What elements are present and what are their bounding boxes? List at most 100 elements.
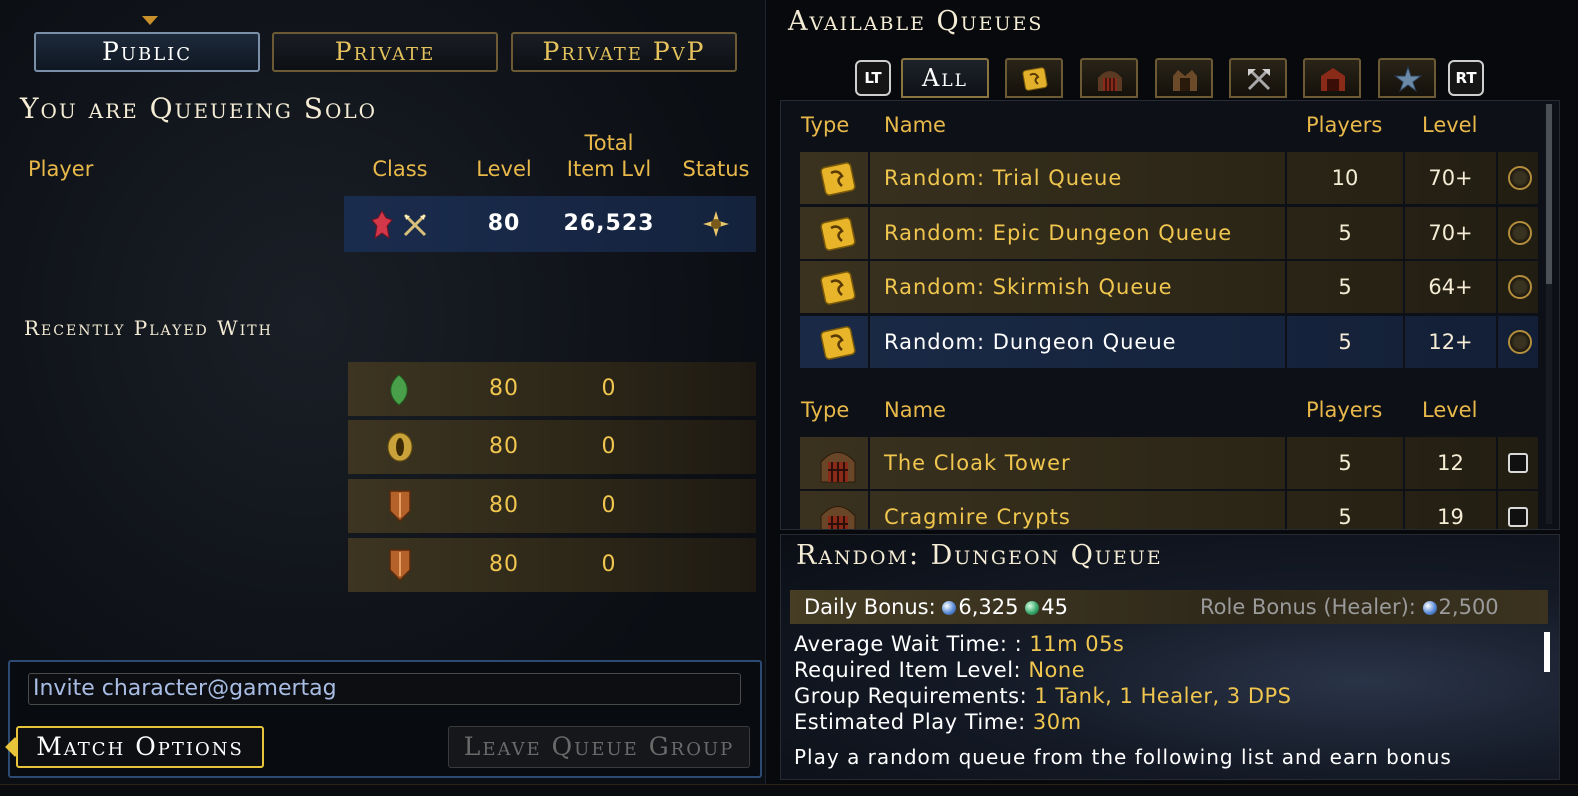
astral-diamond-icon [942, 601, 957, 615]
detail-title: Random: Dungeon Queue [796, 540, 1163, 571]
queue-players: 5 [1338, 451, 1352, 475]
tab-trial[interactable] [1303, 58, 1361, 98]
queue-players: 10 [1331, 166, 1359, 190]
queue-type-cell [800, 316, 870, 368]
req-label: Required Item Level: [794, 658, 1022, 682]
queue-header-name: Name [884, 398, 946, 422]
row-divider [1496, 316, 1498, 368]
queue-status-title: You are Queueing Solo [20, 92, 378, 125]
random-dice-icon [818, 324, 858, 366]
queue-row[interactable]: The Cloak Tower 5 12 [800, 437, 1538, 489]
queue-row[interactable]: Cragmire Crypts 5 19 [800, 491, 1538, 529]
cleric-class-icon [370, 209, 394, 244]
queue-header-players: Players [1306, 398, 1383, 422]
wait-label: Average Wait Time: : [794, 632, 1023, 656]
queue-level: 19 [1437, 505, 1464, 529]
astral-diamond-icon [1422, 601, 1437, 615]
queue-row-selected[interactable]: Random: Dungeon Queue 5 12+ [800, 316, 1538, 368]
queue-row[interactable]: Random: Epic Dungeon Queue 5 70+ [800, 207, 1538, 259]
available-queues-title: Available Queues [788, 6, 1044, 37]
queue-checkbox[interactable] [1508, 453, 1528, 473]
tab-all[interactable]: All [901, 58, 989, 98]
gold-eye-class-icon [386, 432, 414, 466]
queue-type-cell [800, 261, 870, 313]
invite-input[interactable]: Invite character@gamertag [28, 673, 741, 705]
queue-type-cell [800, 207, 870, 259]
recent-level: 80 [489, 493, 519, 518]
column-total-line1: Total [584, 131, 634, 155]
queue-description: Play a random queue from the following l… [794, 745, 1452, 769]
recent-item-level: 0 [601, 376, 617, 401]
recent-item-level: 0 [601, 552, 617, 577]
queue-name: Cragmire Crypts [884, 505, 1071, 529]
recent-item-level: 0 [601, 493, 617, 518]
random-dice-icon [818, 269, 858, 311]
row-divider [1496, 491, 1498, 529]
queue-players: 5 [1338, 275, 1352, 299]
queue-header-name: Name [884, 113, 946, 137]
detail-scrollbar[interactable] [1544, 632, 1550, 672]
match-options-button[interactable]: Match Options [16, 726, 264, 768]
dungeon-gate-icon [1096, 66, 1124, 96]
queue-checkbox[interactable] [1508, 507, 1528, 527]
row-divider [1496, 152, 1498, 204]
queue-name: Random: Epic Dungeon Queue [884, 221, 1233, 245]
tab-private[interactable]: Private [272, 32, 498, 72]
tab-all-label: All [922, 64, 968, 92]
role-bonus: Role Bonus (Healer): 2,500 [1200, 594, 1499, 620]
dungeon-gate-icon [818, 445, 858, 487]
random-dice-icon [818, 160, 858, 202]
daily-bonus-other: 45 [1041, 595, 1068, 619]
recent-player-row[interactable]: 80 0 [348, 538, 756, 592]
random-dice-icon [1021, 66, 1049, 96]
queue-type-cell [800, 437, 870, 489]
seal-currency-icon [1025, 601, 1040, 615]
queue-header-players: Players [1306, 113, 1383, 137]
queue-select-radio[interactable] [1508, 221, 1532, 245]
play-value: 30m [1032, 710, 1082, 734]
queue-row[interactable]: Random: Skirmish Queue 5 64+ [800, 261, 1538, 313]
recent-level: 80 [489, 434, 519, 459]
bottom-frame [0, 784, 1578, 796]
row-divider [1496, 437, 1498, 489]
leave-queue-group-button[interactable]: Leave Queue Group [448, 726, 750, 768]
rt-button-icon[interactable]: RT [1448, 60, 1484, 96]
queue-name: Random: Skirmish Queue [884, 275, 1173, 299]
queue-row[interactable]: Random: Trial Queue 10 70+ [800, 152, 1538, 204]
queue-select-radio[interactable] [1508, 275, 1532, 299]
pvp-axes-icon [1245, 66, 1273, 96]
recent-player-row[interactable]: 80 0 [348, 362, 756, 416]
column-class: Class [372, 157, 428, 181]
recent-player-row[interactable]: 80 0 [348, 420, 756, 474]
column-player: Player [28, 157, 94, 181]
shield-class-icon [388, 548, 412, 586]
tab-dungeon[interactable] [1080, 58, 1138, 98]
play-label: Estimated Play Time: [794, 710, 1026, 734]
role-bonus-label: Role Bonus (Healer): [1200, 595, 1416, 619]
queue-level: 64+ [1428, 275, 1473, 299]
group-value: 1 Tank, 1 Healer, 3 DPS [1034, 684, 1292, 708]
recent-player-row[interactable]: 80 0 [348, 479, 756, 533]
queue-players: 5 [1338, 330, 1352, 354]
queue-level: 70+ [1428, 221, 1473, 245]
group-label: Group Requirements: [794, 684, 1028, 708]
tab-private-pvp[interactable]: Private PvP [511, 32, 737, 72]
role-bonus-value: 2,500 [1438, 595, 1499, 619]
tab-skirmish[interactable] [1155, 58, 1213, 98]
row-divider [1496, 261, 1498, 313]
tab-special[interactable] [1378, 58, 1436, 98]
queue-header-type: Type [801, 113, 850, 137]
recent-item-level: 0 [601, 434, 617, 459]
queue-header-type: Type [801, 398, 850, 422]
tab-pvp[interactable] [1229, 58, 1287, 98]
tab-random[interactable] [1005, 58, 1063, 98]
queue-select-radio[interactable] [1508, 166, 1532, 190]
lt-button-icon[interactable]: LT [855, 60, 891, 96]
queue-level: 12+ [1428, 330, 1473, 354]
queue-list-scroll-thumb[interactable] [1546, 104, 1552, 284]
player-level: 80 [487, 211, 521, 236]
player-row[interactable]: 80 26,523 [344, 196, 756, 252]
queue-name: Random: Trial Queue [884, 166, 1123, 190]
queue-select-radio[interactable] [1508, 330, 1532, 354]
tab-public[interactable]: Public [34, 32, 260, 72]
